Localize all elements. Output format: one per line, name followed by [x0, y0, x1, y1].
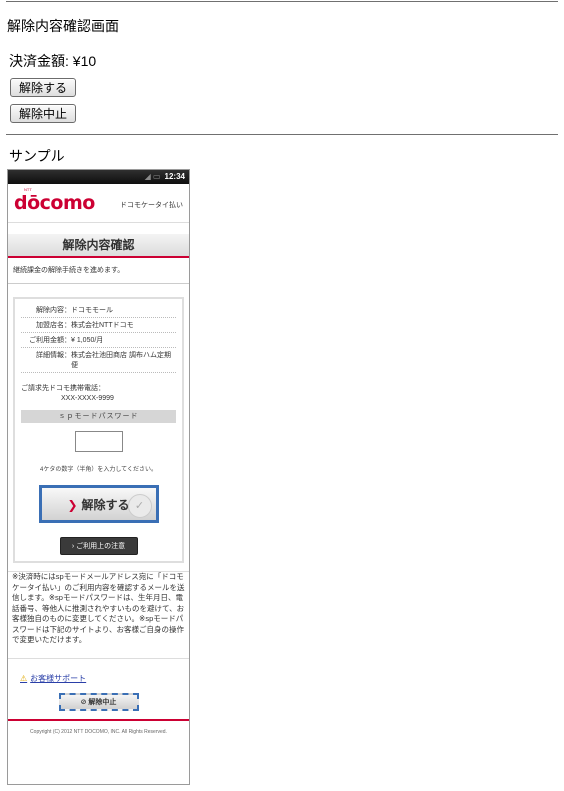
signal-icon: ◢ ▭	[144, 172, 161, 181]
service-name: ドコモケータイ払い	[120, 202, 183, 209]
usage-notice-button[interactable]: › ご利用上の注意	[59, 537, 138, 555]
phone-abort-label: 解除中止	[88, 698, 117, 706]
detail-row: 加盟店名： 株式会社NTTドコモ	[21, 318, 176, 333]
check-circle-icon: ✓	[127, 494, 152, 518]
phone-sample-screenshot: ◢ ▭ 12:34 NTT dōcomo ドコモケータイ払い 解除内容確認 継続課…	[7, 169, 190, 785]
detail-value: 株式会社NTTドコモ	[71, 322, 134, 329]
password-input[interactable]	[74, 431, 123, 452]
phone-status-bar: ◢ ▭ 12:34	[8, 170, 189, 184]
usage-notice-label: ご利用上の注意	[76, 543, 126, 550]
detail-row: ご利用金額： ¥ 1,050/月	[21, 333, 176, 348]
detail-value: ¥ 1,050/月	[71, 337, 104, 344]
detail-key: 詳細情報：	[36, 352, 71, 359]
chevron-right-icon: ›	[71, 543, 75, 550]
sample-label: サンプル	[9, 148, 65, 164]
status-time: 12:34	[164, 172, 185, 181]
docomo-logo: dōcomo	[14, 192, 95, 214]
top-divider	[6, 1, 558, 2]
chevron-right-icon: ❯	[67, 497, 78, 512]
phone-cancel-label: 解除する	[81, 497, 130, 512]
password-hint: 4ケタの数字（半角）を入力してください。	[40, 467, 157, 473]
detail-key: 加盟店名：	[36, 322, 71, 329]
notes-text: ※決済時にはspモードメールアドレス宛に「ドコモ ケータイ払い」のご利用内容を確…	[8, 571, 189, 646]
support-link[interactable]: ⚠ お客様サポート	[8, 659, 189, 684]
footer-divider	[8, 718, 189, 721]
password-label: ｓｐモードパスワード	[21, 410, 176, 423]
detail-value: 株式会社池田商店 調布ハム定期便	[71, 352, 171, 369]
copyright: Copyright (C) 2012 NTT DOCOMO, INC. All …	[30, 728, 167, 735]
phone-cancel-button[interactable]: ❯ 解除する ✓	[38, 485, 159, 523]
detail-key: 解除内容：	[36, 307, 71, 314]
detail-value: ドコモモール	[71, 307, 113, 314]
warning-icon: ⚠	[20, 673, 28, 683]
billing-number: XXX-XXXX-9999	[61, 395, 114, 402]
page-title: 解除内容確認画面	[7, 18, 119, 34]
abort-button[interactable]: 解除中止	[10, 104, 77, 123]
brand-header: NTT dōcomo ドコモケータイ払い	[8, 184, 189, 223]
cancel-button[interactable]: 解除する	[10, 78, 77, 97]
detail-row: 詳細情報： 株式会社池田商店 調布ハム定期便	[21, 348, 176, 373]
prohibited-icon: ⊘	[80, 698, 87, 706]
phone-title: 解除内容確認	[8, 234, 189, 258]
phone-abort-button[interactable]: ⊘ 解除中止	[58, 692, 139, 711]
payment-amount: 決済金額: ¥10	[9, 53, 97, 69]
detail-row: 解除内容： ドコモモール	[21, 303, 176, 318]
support-link-label: お客様サポート	[30, 673, 87, 683]
intro-text: 継続課金の解除手続きを進めます。	[8, 258, 189, 284]
section-divider	[6, 134, 558, 135]
billing-label: ご請求先ドコモ携帯電話：	[21, 385, 105, 392]
detail-box: 解除内容： ドコモモール 加盟店名： 株式会社NTTドコモ ご利用金額： ¥ 1,05…	[13, 297, 184, 563]
detail-key: ご利用金額：	[29, 337, 71, 344]
